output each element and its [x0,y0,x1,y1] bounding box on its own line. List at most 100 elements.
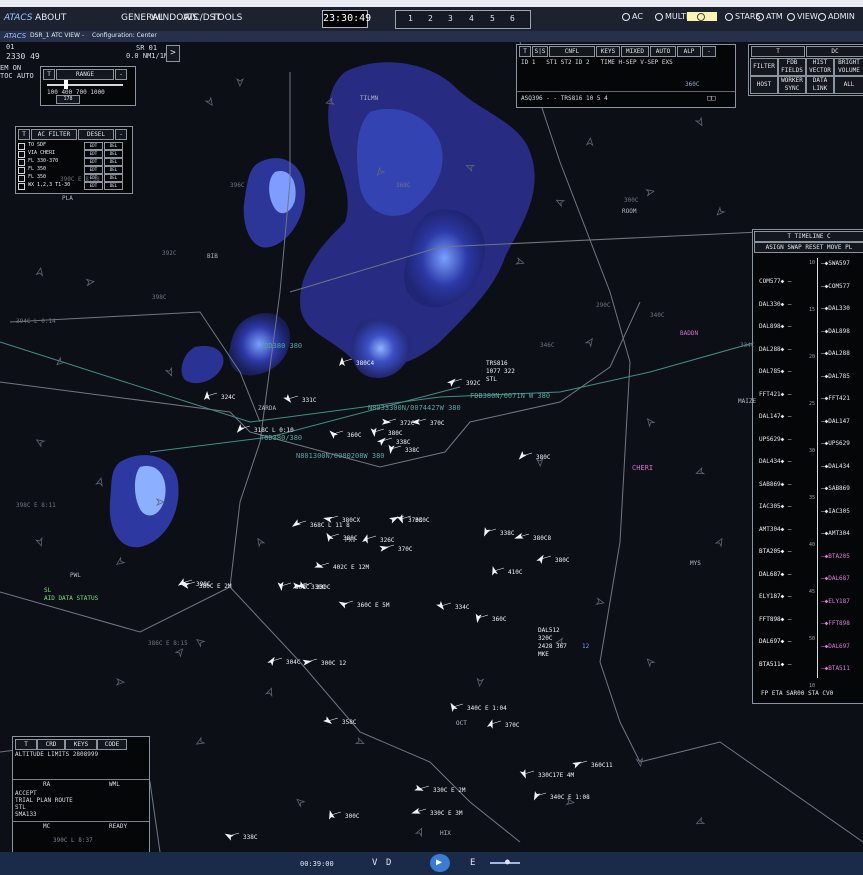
timeline-left-flight[interactable]: DAL785◆ — [759,368,792,375]
aircraft-data-tag[interactable]: 318C L 0:10 [254,427,294,434]
aircraft-target-icon[interactable] [447,376,463,387]
mode-multi[interactable]: MULTI [655,12,688,21]
conflict-tab[interactable]: - [702,46,716,57]
conflict-row[interactable]: ASQ396 - - TRS816 10 5 4 [521,95,608,102]
fix-hix[interactable]: HIX [440,830,451,837]
aircraft-target-icon[interactable] [536,553,552,564]
aircraft-data-tag[interactable]: 330C17E 4M [538,772,574,779]
timeline-left-flight[interactable]: DAL687◆ — [759,571,792,578]
aircraft-target-icon[interactable] [302,658,318,666]
aircraft-data-tag[interactable]: 358C [342,719,356,726]
filter-button[interactable]: FILTER [750,58,778,76]
page-2-button[interactable]: 2 [428,14,433,23]
conflict-tab[interactable]: T [519,46,531,57]
aircraft-data-tag[interactable]: 380C8 [533,535,551,542]
control-d-button[interactable]: D [386,858,391,868]
mode-selected[interactable] [687,12,717,21]
fix-bib[interactable]: BIB [207,253,218,260]
aircraft-data-tag[interactable]: 300C [345,813,359,820]
aircraft-data-tag[interactable]: 370C [398,546,412,553]
timeline-right-flight[interactable]: —◆SAB869 [821,485,850,492]
aircraft-data-tag[interactable]: 338C [243,834,257,841]
aircraft-data-tag[interactable]: 360C [347,432,361,439]
fix-pla[interactable]: PLA [62,195,73,202]
timeline-right-flight[interactable]: —◆BTA205 [821,553,850,560]
aircraft-target-icon[interactable] [339,357,353,366]
timeline-toolbar[interactable]: ASIGN SWAP RESET MOVE PL [754,242,863,253]
mode-admin[interactable]: ADMIN [818,12,855,21]
dc-toggle-button[interactable]: T [751,46,805,57]
highlighted-track-callsign[interactable]: TRS816 [486,360,508,367]
aircraft-data-tag[interactable]: 392C [466,380,480,387]
range-value[interactable]: 178 [56,95,80,104]
timeline-left-flight[interactable]: SAB869◆ — [759,481,792,488]
filter-edit-button[interactable]: EDT [84,150,103,158]
aircraft-data-tag[interactable]: 360C E 5M [357,602,390,609]
filter-delete-button[interactable]: DEL [104,174,123,182]
filter-checkbox[interactable] [18,175,25,182]
aircraft-data-tag[interactable]: 330C [311,584,325,591]
fix-room[interactable]: ROOM [622,208,636,215]
bright-volume-button[interactable]: BRIGHT VOLUME [834,58,863,76]
range-toggle-button[interactable]: T [43,69,55,80]
aircraft-target-icon[interactable] [486,718,502,729]
timeline-right-flight[interactable]: —◆IAC305 [821,508,850,515]
timeline-right-flight[interactable]: —◆SWA597 [821,260,850,267]
aircraft-target-icon[interactable] [490,565,505,576]
aircraft-target-icon[interactable] [203,391,218,401]
conflict-tab[interactable]: CNFL [549,46,595,57]
aircraft-target-icon[interactable] [410,807,427,816]
filter-delete-button[interactable]: DEL [104,182,123,190]
mode-view[interactable]: VIEW [787,12,818,21]
timeline-left-flight[interactable]: DAL147◆ — [759,413,792,420]
timeline-right-flight[interactable]: —◆AMT304 [821,530,850,537]
aircraft-target-icon[interactable] [277,581,292,592]
timeline-left-flight[interactable]: AMT304◆ — [759,526,792,533]
aircraft-data-tag[interactable]: 338C [405,447,419,454]
filter-close-button[interactable]: - [115,129,127,140]
timeline-right-flight[interactable]: —◆DAL288 [821,350,850,357]
aircraft-data-tag[interactable]: 370C [430,420,444,427]
aircraft-data-tag[interactable]: 300C [295,584,309,591]
timeline-left-flight[interactable]: FFT898◆ — [759,616,792,623]
aircraft-target-icon[interactable] [448,701,464,712]
filter-delete-button[interactable]: DEL [104,166,123,174]
range-slider-handle[interactable] [64,80,68,89]
timeline-left-flight[interactable]: FFT421◆ — [759,391,792,398]
timeline-right-flight[interactable]: —◆DAL785 [821,373,850,380]
aircraft-data-tag[interactable]: 330C E 2M [433,787,466,794]
aircraft-target-icon[interactable] [387,444,402,455]
filter-delete-button[interactable]: DEL [104,158,123,166]
timeline-right-flight[interactable]: —◆DAL687 [821,575,850,582]
worker-sync-button[interactable]: WORKER SYNC [778,76,806,94]
fix-maize[interactable]: MAIZE [738,398,756,405]
timeline-left-flight[interactable]: ELY187◆ — [759,593,792,600]
aircraft-data-tag[interactable]: 380CX [342,517,360,524]
timeline-right-flight[interactable]: —◆FFT421 [821,395,850,402]
aircraft-target-icon[interactable] [379,544,395,552]
aircraft-target-icon[interactable] [283,394,299,405]
aircraft-target-icon[interactable] [370,427,385,438]
aircraft-target-icon[interactable] [474,613,489,624]
keys-tab[interactable]: KEYS [65,739,97,750]
mode-ac[interactable]: AC [622,12,643,21]
page-1-button[interactable]: 1 [408,14,413,23]
next-button[interactable]: > [166,45,180,62]
aircraft-target-icon[interactable] [314,561,330,571]
filter-checkbox[interactable] [18,143,25,150]
filter-checkbox[interactable] [18,151,25,158]
aircraft-target-icon[interactable] [337,599,354,609]
timeline-left-flight[interactable]: DAL288◆ — [759,346,792,353]
range-close-button[interactable]: - [115,69,127,80]
conflict-tab[interactable]: AUTO [650,46,676,57]
data-link-button[interactable]: DATA LINK [806,76,834,94]
aid-data-status[interactable]: AID DATA STATUS [44,595,98,602]
aircraft-target-icon[interactable] [531,791,547,802]
aircraft-target-icon[interactable] [323,716,339,726]
page-3-button[interactable]: 3 [448,14,453,23]
timeline-left-flight[interactable]: BTA511◆ — [759,661,792,668]
aircraft-target-icon[interactable] [481,527,497,538]
aircraft-data-tag[interactable]: 380C E 2M [199,583,232,590]
aircraft-data-tag[interactable]: 338C [500,530,514,537]
filter-edit-button[interactable]: EDT [84,182,103,190]
